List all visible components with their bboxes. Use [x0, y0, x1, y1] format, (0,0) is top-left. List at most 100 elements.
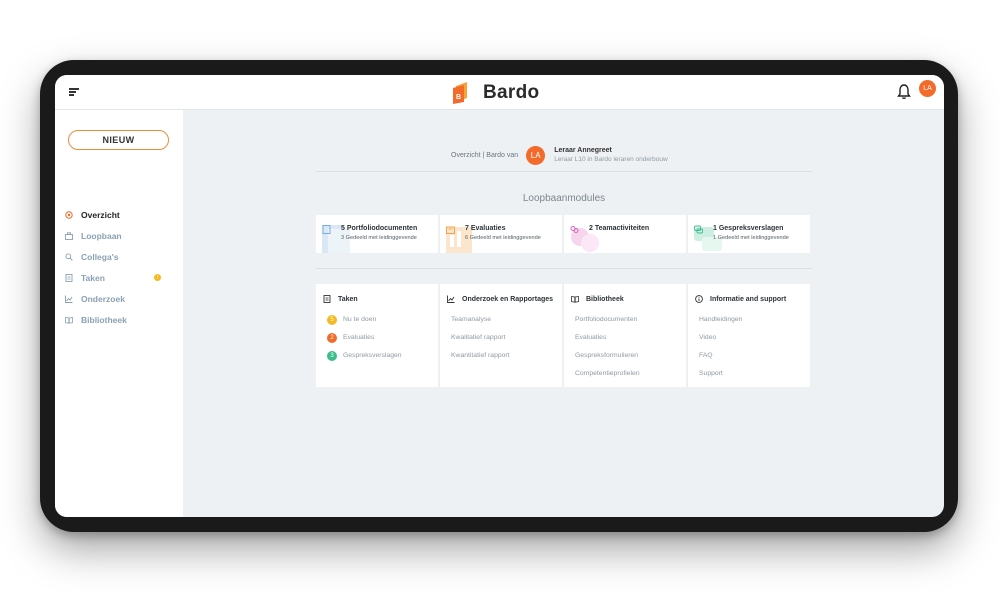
divider — [316, 268, 812, 269]
team-icon — [570, 226, 579, 233]
card-header: Informatie and support — [695, 295, 786, 303]
link-handleidingen[interactable]: Handleidingen — [699, 314, 742, 325]
module-card-teamactiviteiten[interactable]: 2 Teamactiviteiten — [564, 215, 686, 253]
task-list-icon — [323, 295, 331, 303]
app-screen: B Bardo LA NIEUW Overzicht Loopbaan Coll… — [55, 75, 944, 517]
count-badge: 3 — [327, 350, 337, 361]
sidebar-item-label: Taken — [81, 273, 105, 283]
card-header: Bibliotheek — [571, 295, 624, 303]
chart-icon — [65, 295, 73, 303]
svg-text:B: B — [456, 94, 461, 101]
link-label: Evaluaties — [343, 334, 375, 341]
user-subtitle: Leraar L10 in Bardo leraren onderbouw — [554, 156, 668, 163]
divider — [316, 171, 812, 172]
target-icon — [65, 211, 73, 219]
link-label: Portfoliodocumenten — [575, 316, 638, 323]
card-header: Taken — [323, 295, 358, 303]
link-label: Kwantitatief rapport — [451, 352, 510, 359]
sidebar-item-bibliotheek[interactable]: Bibliotheek — [65, 313, 175, 327]
bell-icon[interactable] — [897, 84, 911, 100]
link-faq[interactable]: FAQ — [699, 350, 713, 361]
document-icon — [322, 225, 331, 234]
link-competentieprofielen[interactable]: Competentieprofielen — [575, 368, 640, 379]
onderzoek-card: Onderzoek en Rapportages Teamanalyse Kwa… — [440, 284, 562, 387]
product-mockup: B Bardo LA NIEUW Overzicht Loopbaan Coll… — [0, 0, 1000, 600]
module-subtitle: 1 Gedeeld met leidinggevende — [713, 235, 789, 241]
section-title: Loopbaanmodules — [522, 193, 606, 204]
sidebar: NIEUW Overzicht Loopbaan Collega's Taken… — [55, 110, 183, 517]
avatar[interactable]: LA — [526, 145, 546, 165]
taken-card: Taken 5 Nu te doen 2 Evaluaties 3 Gespre… — [316, 284, 438, 387]
link-label: Evaluaties — [575, 334, 607, 341]
card-title: Taken — [338, 295, 358, 303]
link-label: Competentieprofielen — [575, 370, 640, 377]
conversation-icon — [694, 225, 703, 234]
link-label: FAQ — [699, 352, 713, 359]
task-alert-badge: ! — [154, 274, 161, 281]
sidebar-item-loopbaan[interactable]: Loopbaan — [65, 229, 175, 243]
briefcase-icon — [65, 232, 73, 240]
user-name: Leraar Annegreet — [554, 147, 612, 154]
card-header: Onderzoek en Rapportages — [447, 295, 553, 303]
top-header: B Bardo LA — [55, 75, 944, 110]
module-subtitle: 6 Gedeeld met leidinggevende — [465, 235, 541, 241]
link-video[interactable]: Video — [699, 332, 716, 343]
sidebar-item-label: Onderzoek — [81, 294, 125, 304]
link-kwantitatief-rapport[interactable]: Kwantitatief rapport — [451, 350, 510, 361]
user-info: Leraar Annegreet Leraar L10 in Bardo ler… — [554, 147, 667, 163]
sidebar-item-overzicht[interactable]: Overzicht — [65, 208, 175, 222]
module-title: 5 Portfoliodocumenten — [341, 225, 418, 232]
sidebar-item-onderzoek[interactable]: Onderzoek — [65, 292, 175, 306]
count-badge: 2 — [327, 332, 337, 343]
book-icon — [571, 295, 579, 303]
module-card-gespreksverslagen[interactable]: 1 Gespreksverslagen 1 Gedeeld met leidin… — [688, 215, 810, 253]
task-list-icon — [65, 274, 73, 282]
book-icon — [65, 316, 73, 324]
link-teamanalyse[interactable]: Teamanalyse — [451, 314, 491, 325]
sidebar-item-label: Bibliotheek — [81, 315, 127, 325]
module-title: 2 Teamactiviteiten — [589, 225, 650, 232]
link-label: Gespreksformulieren — [575, 352, 639, 359]
bibliotheek-card: Bibliotheek Portfoliodocumenten Evaluati… — [564, 284, 686, 387]
card-title: Bibliotheek — [586, 295, 624, 303]
link-kwalitatief-rapport[interactable]: Kwalitatief rapport — [451, 332, 505, 343]
count-badge: 5 — [327, 314, 337, 325]
link-evaluaties[interactable]: Evaluaties — [575, 332, 606, 343]
link-portfoliodocumenten[interactable]: Portfoliodocumenten — [575, 314, 637, 325]
brand-name: Bardo — [483, 81, 540, 103]
task-evaluaties[interactable]: 2 Evaluaties — [327, 332, 374, 343]
module-title: 7 Evaluaties — [465, 225, 506, 232]
card-title: Onderzoek en Rapportages — [462, 295, 554, 303]
informatie-card: Informatie and support Handleidingen Vid… — [688, 284, 810, 387]
link-label: Support — [699, 370, 723, 377]
breadcrumb-text: Overzicht | Bardo van — [451, 151, 519, 159]
sidebar-item-label: Collega's — [81, 252, 119, 262]
brand-logo[interactable]: B Bardo — [453, 80, 539, 105]
info-icon — [695, 295, 703, 303]
card-title: Informatie and support — [710, 295, 787, 303]
new-button[interactable]: NIEUW — [68, 130, 169, 150]
chart-icon — [447, 295, 455, 303]
sidebar-item-collegas[interactable]: Collega's — [65, 250, 175, 264]
search-icon — [65, 253, 73, 261]
user-avatar[interactable]: LA — [919, 80, 936, 97]
link-support[interactable]: Support — [699, 368, 723, 379]
task-nu-te-doen[interactable]: 5 Nu te doen — [327, 314, 376, 325]
link-label: Nu te doen — [343, 316, 377, 323]
menu-icon[interactable] — [69, 87, 79, 97]
module-card-evaluaties[interactable]: 7 Evaluaties 6 Gedeeld met leidinggevend… — [440, 215, 562, 253]
link-label: Handleidingen — [699, 316, 743, 323]
link-label: Teamanalyse — [451, 316, 492, 323]
link-label: Kwalitatief rapport — [451, 334, 506, 341]
task-gespreksverslagen[interactable]: 3 Gespreksverslagen — [327, 350, 402, 361]
sidebar-item-label: Loopbaan — [81, 231, 122, 241]
link-gespreksformulieren[interactable]: Gespreksformulieren — [575, 350, 638, 361]
module-card-portfolio[interactable]: 5 Portfoliodocumenten 3 Gedeeld met leid… — [316, 215, 438, 253]
module-subtitle: 3 Gedeeld met leidinggevende — [341, 235, 417, 241]
link-label: Video — [699, 334, 717, 341]
overview-breadcrumb: Overzicht | Bardo van LA Leraar Annegree… — [451, 145, 668, 165]
sidebar-item-label: Overzicht — [81, 210, 120, 220]
link-label: Gespreksverslagen — [343, 352, 402, 359]
module-title: 1 Gespreksverslagen — [713, 225, 784, 232]
sidebar-item-taken[interactable]: Taken ! — [65, 271, 175, 285]
